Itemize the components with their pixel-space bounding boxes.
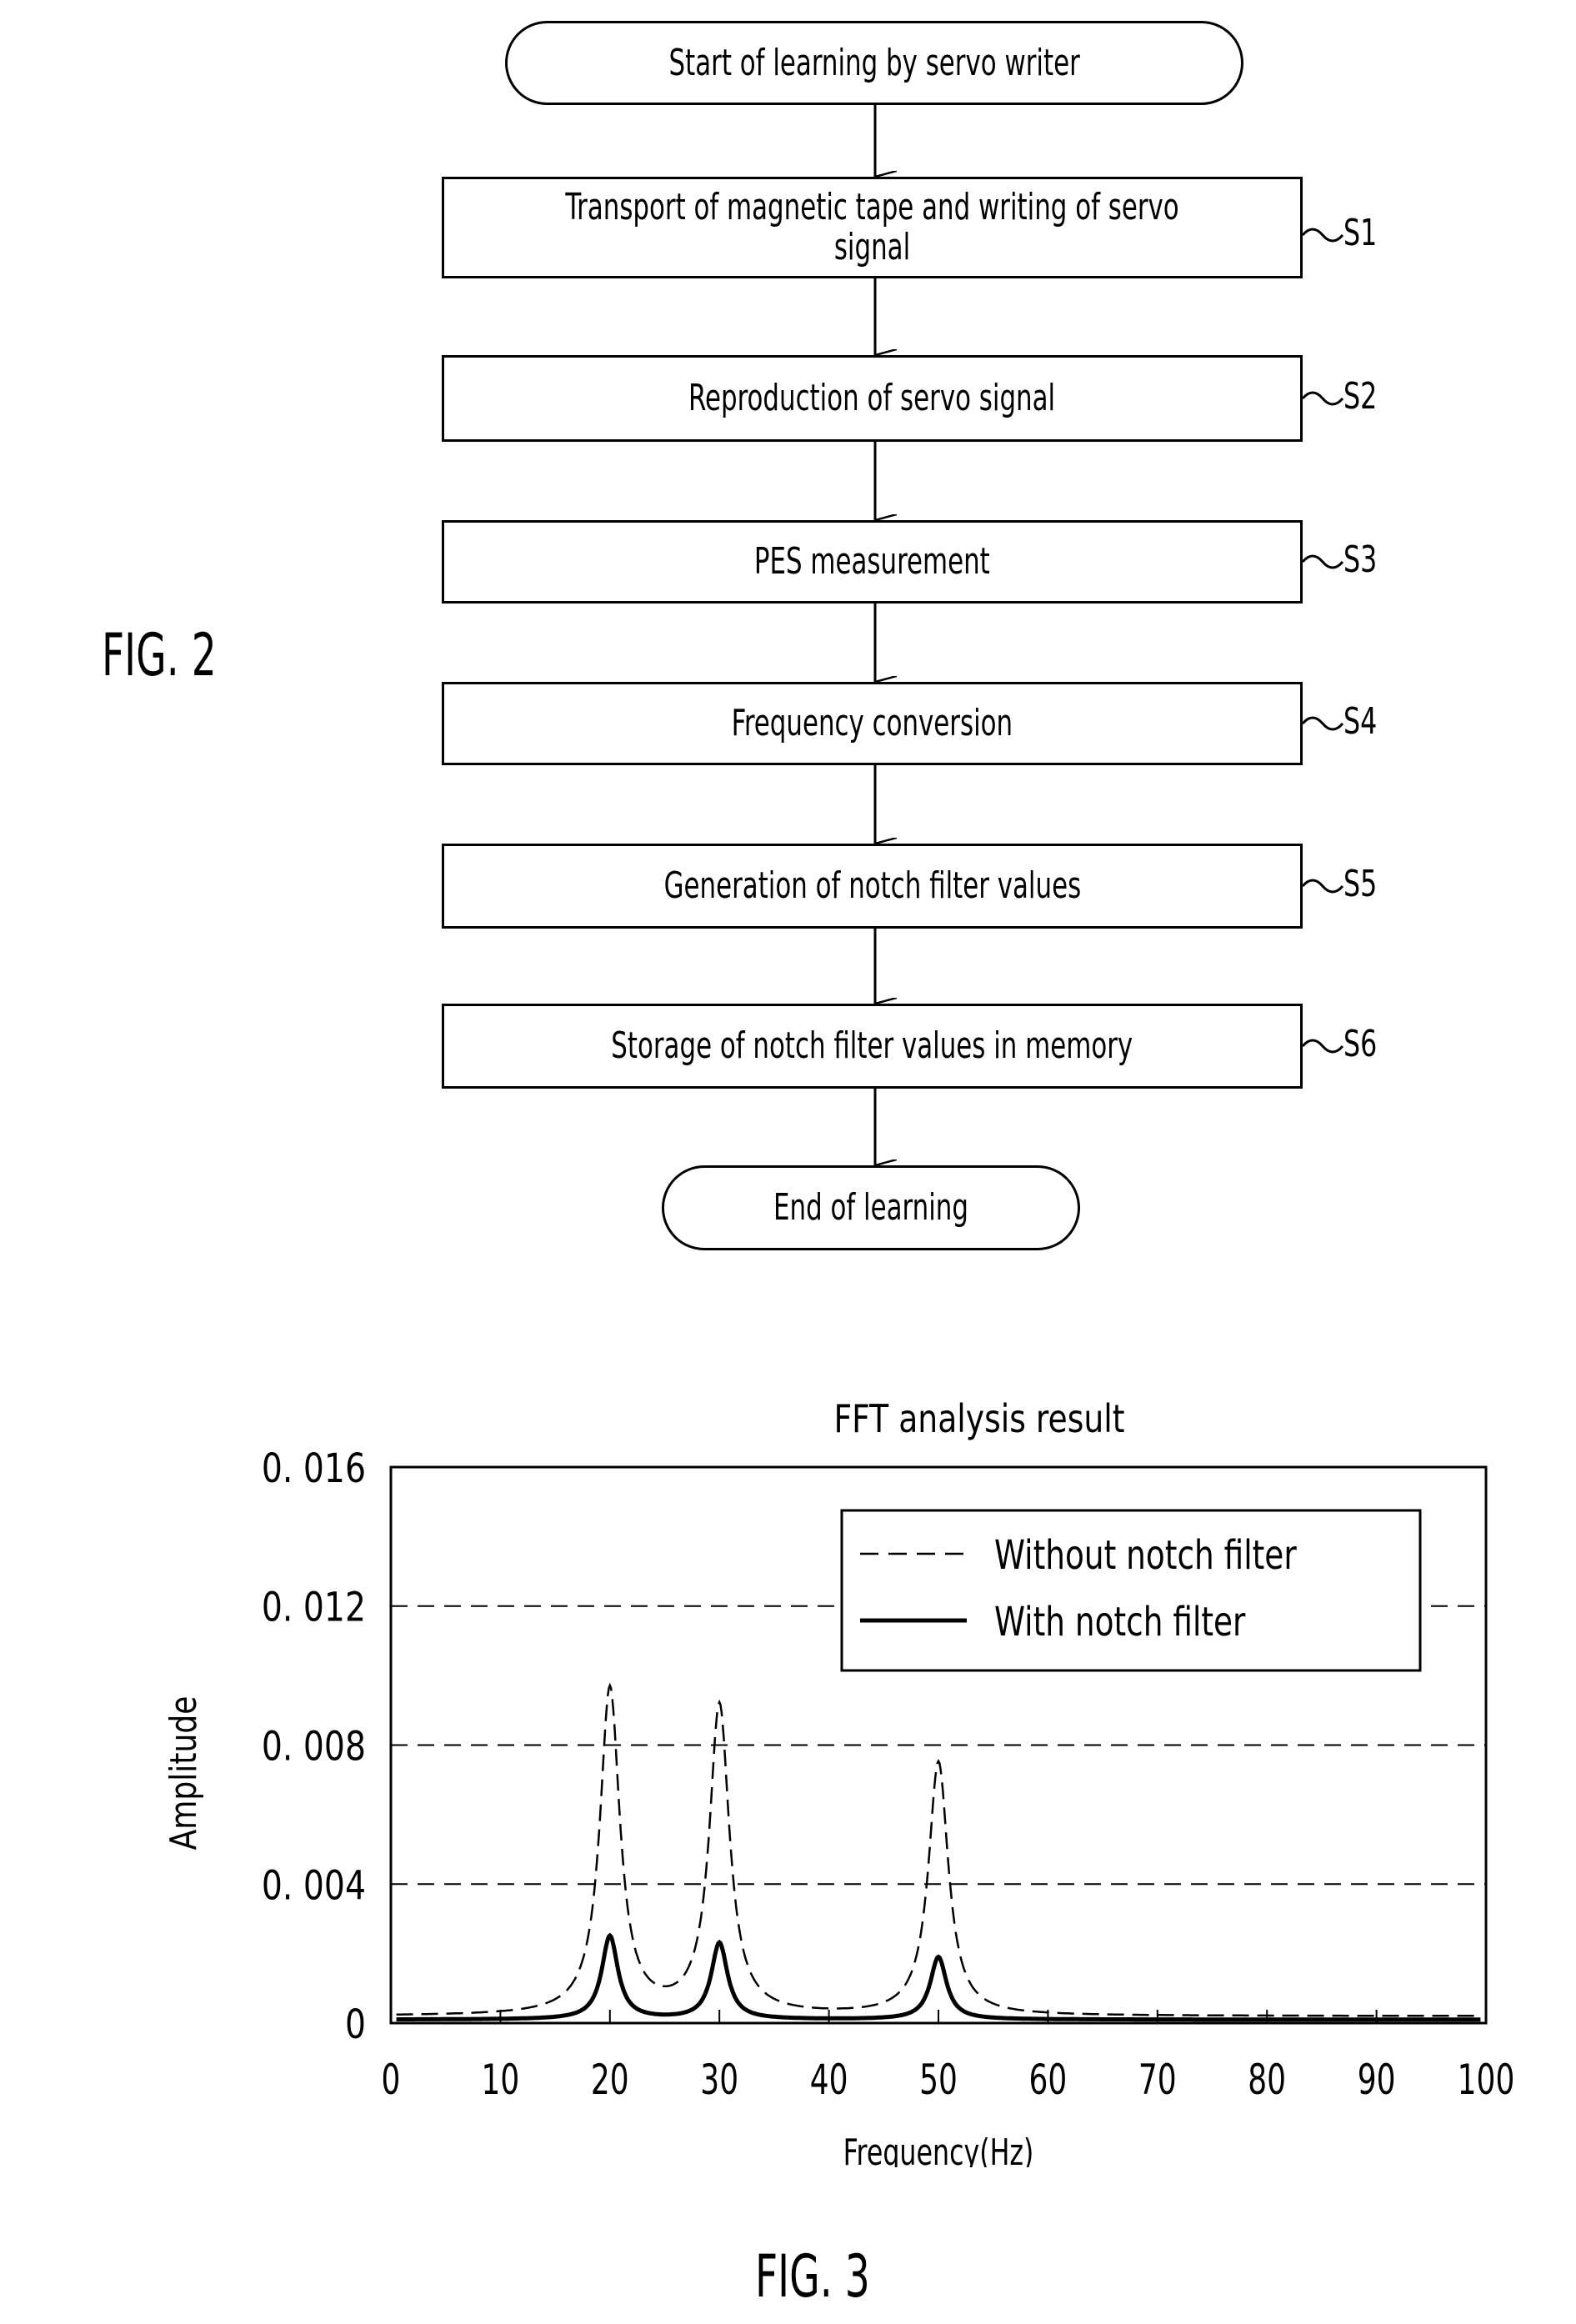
- leader-s2: [1301, 391, 1344, 406]
- leader-s5: [1301, 879, 1344, 894]
- step-s1: Transport of magnetic tape and writing o…: [442, 177, 1303, 278]
- step-s4-text: Frequency conversion: [731, 702, 1013, 744]
- y-tick-label: 0: [345, 2001, 366, 2048]
- leader-s1: [1301, 228, 1344, 243]
- start-terminal: Start of learning by servo writer: [505, 21, 1243, 105]
- step-label-s5: S5: [1343, 863, 1378, 905]
- x-tick-label: 0: [382, 2056, 401, 2104]
- step-label-s1: S1: [1343, 212, 1378, 254]
- step-s6-text: Storage of notch filter values in memory: [611, 1024, 1133, 1067]
- x-axis-label: Frequency(Hz): [843, 2131, 1034, 2167]
- x-tick-label: 30: [700, 2056, 738, 2104]
- step-s1-text: Transport of magnetic tape and writing o…: [565, 186, 1179, 268]
- step-s6: Storage of notch filter values in memory: [442, 1004, 1303, 1089]
- y-tick-label: 0. 004: [262, 1863, 366, 1910]
- step-label-s6: S6: [1343, 1023, 1378, 1065]
- step-s3-text: PES measurement: [754, 540, 990, 583]
- step-label-s2: S2: [1343, 375, 1378, 418]
- step-s5: Generation of notch filter values: [442, 844, 1303, 929]
- x-tick-label: 10: [482, 2056, 520, 2104]
- y-tick-label: 0. 012: [262, 1585, 366, 1631]
- x-tick-label: 80: [1248, 2056, 1286, 2104]
- x-tick-label: 70: [1138, 2056, 1177, 2104]
- leader-s3: [1301, 554, 1344, 569]
- fft-chart: FFT analysis result Amplitude Frequency(…: [163, 1396, 1515, 2167]
- end-terminal: End of learning: [662, 1165, 1080, 1250]
- leader-s4: [1301, 716, 1344, 731]
- end-text: End of learning: [773, 1186, 968, 1229]
- x-tick-label: 90: [1358, 2056, 1396, 2104]
- step-s2: Reproduction of servo signal: [442, 355, 1303, 442]
- step-s2-text: Reproduction of servo signal: [688, 377, 1056, 419]
- leader-s6: [1301, 1039, 1344, 1054]
- y-axis-label: Amplitude: [163, 1696, 205, 1851]
- step-label-s4: S4: [1343, 700, 1378, 743]
- step-s4: Frequency conversion: [442, 682, 1303, 765]
- series-line-without-notch: [396, 1682, 1481, 2017]
- legend: Without notch filter With notch filter: [840, 1509, 1422, 1672]
- chart-title: FFT analysis result: [833, 1396, 1124, 1441]
- x-tick-label: 40: [810, 2056, 848, 2104]
- fig3-label: FIG. 3: [755, 2242, 870, 2311]
- x-tick-label: 20: [591, 2056, 629, 2104]
- legend-label-without: Without notch filter: [994, 1533, 1297, 1580]
- legend-label-with: With notch filter: [994, 1600, 1246, 1646]
- start-text: Start of learning by servo writer: [668, 41, 1080, 84]
- x-tick-label: 60: [1029, 2056, 1068, 2104]
- y-tick-label: 0. 008: [262, 1724, 366, 1771]
- step-label-s3: S3: [1343, 538, 1378, 581]
- step-s5-text: Generation of notch filter values: [663, 864, 1081, 907]
- y-tick-label: 0. 016: [262, 1445, 366, 1492]
- series-line-with-notch: [396, 1932, 1481, 2022]
- x-tick-label: 100: [1458, 2056, 1515, 2104]
- x-tick-label: 50: [919, 2056, 958, 2104]
- step-s3: PES measurement: [442, 520, 1303, 604]
